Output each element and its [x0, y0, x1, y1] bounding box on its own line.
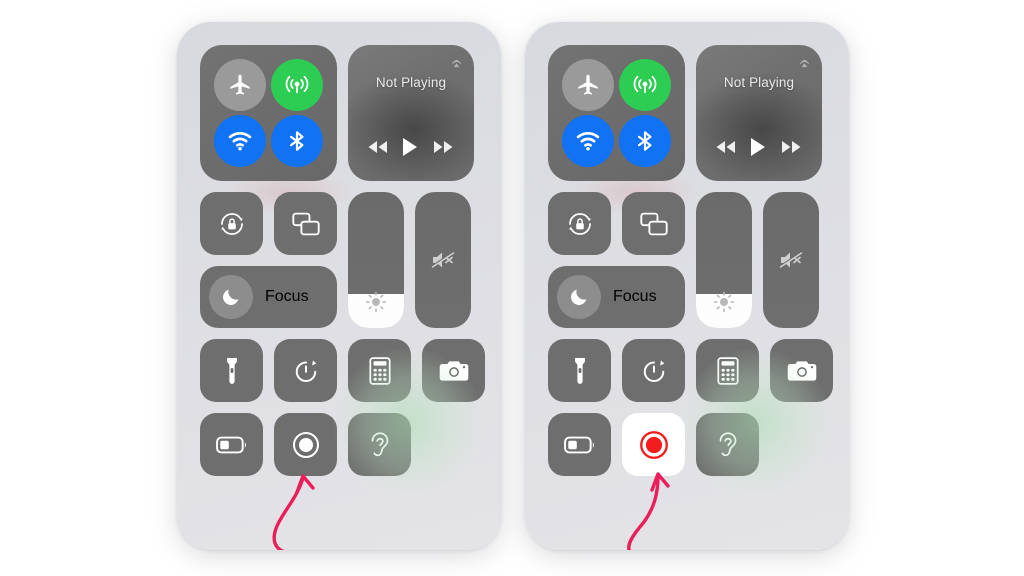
wifi-icon — [576, 132, 600, 151]
brightness-icon — [364, 290, 388, 314]
moon-icon — [223, 289, 239, 305]
screen-mirroring-icon — [291, 212, 320, 235]
battery-icon — [563, 436, 594, 453]
fast-forward-button[interactable] — [781, 140, 803, 154]
low-power-mode-button[interactable] — [548, 413, 611, 476]
timer-button[interactable] — [274, 339, 337, 402]
wifi-button[interactable] — [214, 115, 267, 167]
volume-mute-icon — [429, 248, 457, 272]
screen-mirroring-button[interactable] — [622, 192, 685, 255]
focus-button[interactable]: Focus — [200, 266, 337, 328]
rotation-lock-icon — [220, 212, 243, 235]
rewind-button[interactable] — [367, 140, 389, 154]
middle-left-column: Focus — [548, 192, 685, 328]
flashlight-icon — [226, 357, 237, 384]
flashlight-button[interactable] — [548, 339, 611, 402]
ear-icon — [371, 431, 388, 456]
rotation-lock-button[interactable] — [548, 192, 611, 255]
brightness-slider[interactable] — [696, 192, 752, 328]
connectivity-tile[interactable] — [548, 45, 685, 181]
media-playback-tile[interactable]: Not Playing — [348, 45, 474, 181]
control-center-panel-after: Not Playing Focus — [525, 22, 849, 550]
screen-mirroring-button[interactable] — [274, 192, 337, 255]
volume-mute-icon — [777, 248, 805, 272]
volume-slider[interactable] — [763, 192, 819, 328]
cellular-data-button[interactable] — [270, 59, 323, 111]
cellular-icon — [633, 75, 657, 94]
low-power-mode-button[interactable] — [200, 413, 263, 476]
wifi-button[interactable] — [562, 115, 615, 167]
bluetooth-icon — [637, 131, 652, 151]
screen-mirroring-icon — [639, 212, 668, 235]
lock-mirror-row — [200, 192, 337, 255]
lock-mirror-row — [548, 192, 685, 255]
camera-icon — [787, 360, 816, 381]
airplane-mode-button[interactable] — [214, 59, 267, 111]
focus-label: Focus — [613, 288, 657, 305]
media-playback-tile[interactable]: Not Playing — [696, 45, 822, 181]
fast-forward-button[interactable] — [433, 140, 455, 154]
hearing-button[interactable] — [696, 413, 759, 476]
airplay-icon[interactable] — [796, 53, 813, 70]
bluetooth-button[interactable] — [618, 115, 671, 167]
control-center-grid: Not Playing Focus — [548, 45, 833, 476]
airplay-icon[interactable] — [448, 53, 465, 70]
focus-label: Focus — [265, 288, 309, 305]
utility-grid — [548, 339, 833, 476]
focus-button[interactable]: Focus — [548, 266, 685, 328]
camera-button[interactable] — [770, 339, 833, 402]
timer-button[interactable] — [622, 339, 685, 402]
airplane-mode-button[interactable] — [562, 59, 615, 111]
media-transport-controls — [696, 137, 822, 157]
media-transport-controls — [348, 137, 474, 157]
flashlight-button[interactable] — [200, 339, 263, 402]
brightness-slider[interactable] — [348, 192, 404, 328]
airplane-icon — [578, 74, 598, 95]
top-row: Not Playing — [200, 45, 478, 181]
airplane-icon — [230, 74, 250, 95]
rewind-button[interactable] — [715, 140, 737, 154]
screen-recording-button[interactable] — [622, 413, 685, 476]
calculator-icon — [716, 356, 739, 385]
cellular-icon — [285, 75, 309, 94]
calculator-button[interactable] — [348, 339, 411, 402]
media-status-label: Not Playing — [723, 75, 795, 90]
middle-row: Focus — [200, 192, 478, 328]
play-button[interactable] — [402, 137, 419, 157]
volume-slider[interactable] — [415, 192, 471, 328]
timer-icon — [643, 360, 664, 382]
utility-grid — [200, 339, 485, 476]
bluetooth-icon — [289, 131, 304, 151]
screenshot-canvas: Not Playing Focus Not Playing Focus — [0, 0, 1024, 576]
timer-icon — [295, 360, 316, 382]
hearing-button[interactable] — [348, 413, 411, 476]
play-button[interactable] — [750, 137, 767, 157]
calculator-icon — [368, 356, 391, 385]
control-center-grid: Not Playing Focus — [200, 45, 485, 476]
control-center-panel-before: Not Playing Focus — [177, 22, 501, 550]
ear-icon — [719, 431, 736, 456]
camera-button[interactable] — [422, 339, 485, 402]
screen-recording-button[interactable] — [274, 413, 337, 476]
rotation-lock-icon — [568, 212, 591, 235]
rotation-lock-button[interactable] — [200, 192, 263, 255]
flashlight-icon — [574, 357, 585, 384]
connectivity-tile[interactable] — [200, 45, 337, 181]
screen-record-icon-active — [639, 430, 668, 459]
media-status-label: Not Playing — [375, 75, 447, 90]
battery-icon — [215, 436, 246, 453]
middle-row: Focus — [548, 192, 826, 328]
cellular-data-button[interactable] — [618, 59, 671, 111]
top-row: Not Playing — [548, 45, 826, 181]
wifi-icon — [228, 132, 252, 151]
camera-icon — [439, 360, 468, 381]
middle-left-column: Focus — [200, 192, 337, 328]
screen-record-icon — [292, 431, 319, 458]
brightness-icon — [712, 290, 736, 314]
focus-icon-circle — [557, 275, 601, 319]
moon-icon — [571, 289, 587, 305]
focus-icon-circle — [209, 275, 253, 319]
calculator-button[interactable] — [696, 339, 759, 402]
bluetooth-button[interactable] — [270, 115, 323, 167]
